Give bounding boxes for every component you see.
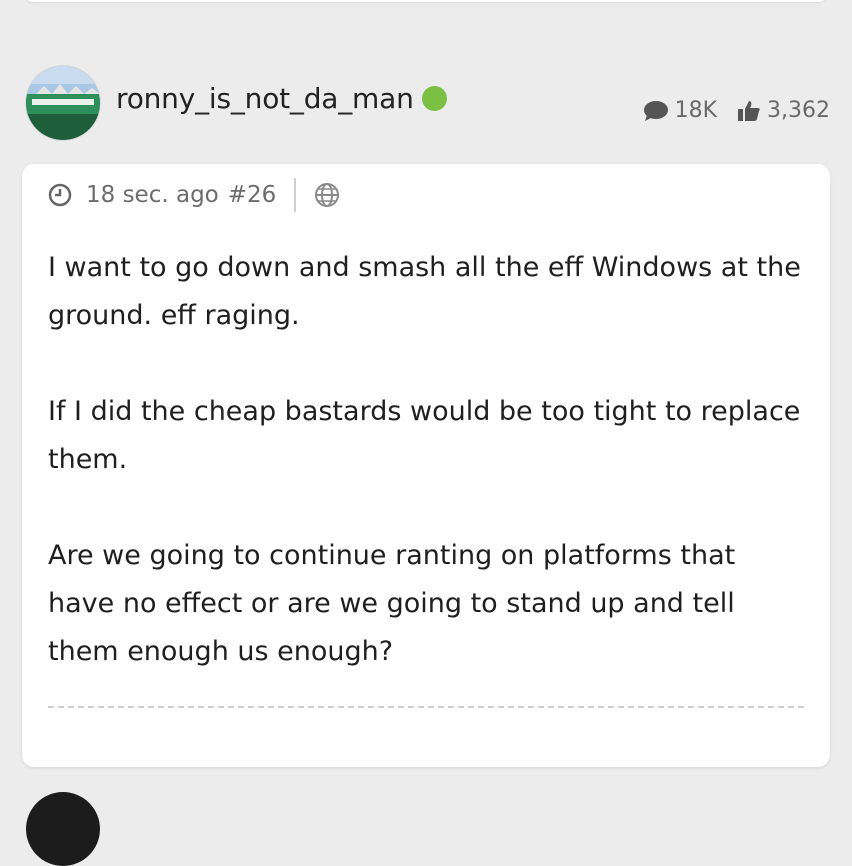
post-body: I want to go down and smash all the eff … [48,244,808,676]
post-paragraph: If I did the cheap bastards would be too… [48,396,801,475]
comment-count-value: 18K [674,98,718,123]
next-post-avatar[interactable] [26,792,100,866]
post-paragraph: Are we going to continue ranting on plat… [48,540,736,667]
post-meta: 18 sec. ago #26 [48,178,340,212]
post-card: 18 sec. ago #26 I want to go down and sm… [22,164,830,767]
previous-post-card [22,0,830,2]
thumbs-up-icon [738,100,760,121]
like-count-value: 3,362 [767,98,830,123]
clock-icon [48,183,72,207]
avatar[interactable] [26,66,100,140]
like-count: 3,362 [737,98,830,123]
username[interactable]: ronny_is_not_da_man [116,82,414,115]
meta-divider [294,178,297,212]
globe-icon[interactable] [314,182,340,208]
post-number[interactable]: #26 [228,182,277,208]
user-stats: 18K 3,362 [643,98,830,123]
online-status-dot [421,86,447,111]
post-time: 18 sec. ago [86,182,219,208]
post-separator [48,706,804,708]
post-paragraph: I want to go down and smash all the eff … [48,252,801,331]
comment-bubble-icon [643,100,668,121]
post-header: ronny_is_not_da_man 18K 3,362 [0,62,852,142]
avatar-image [26,66,100,140]
comment-count: 18K [643,98,717,123]
